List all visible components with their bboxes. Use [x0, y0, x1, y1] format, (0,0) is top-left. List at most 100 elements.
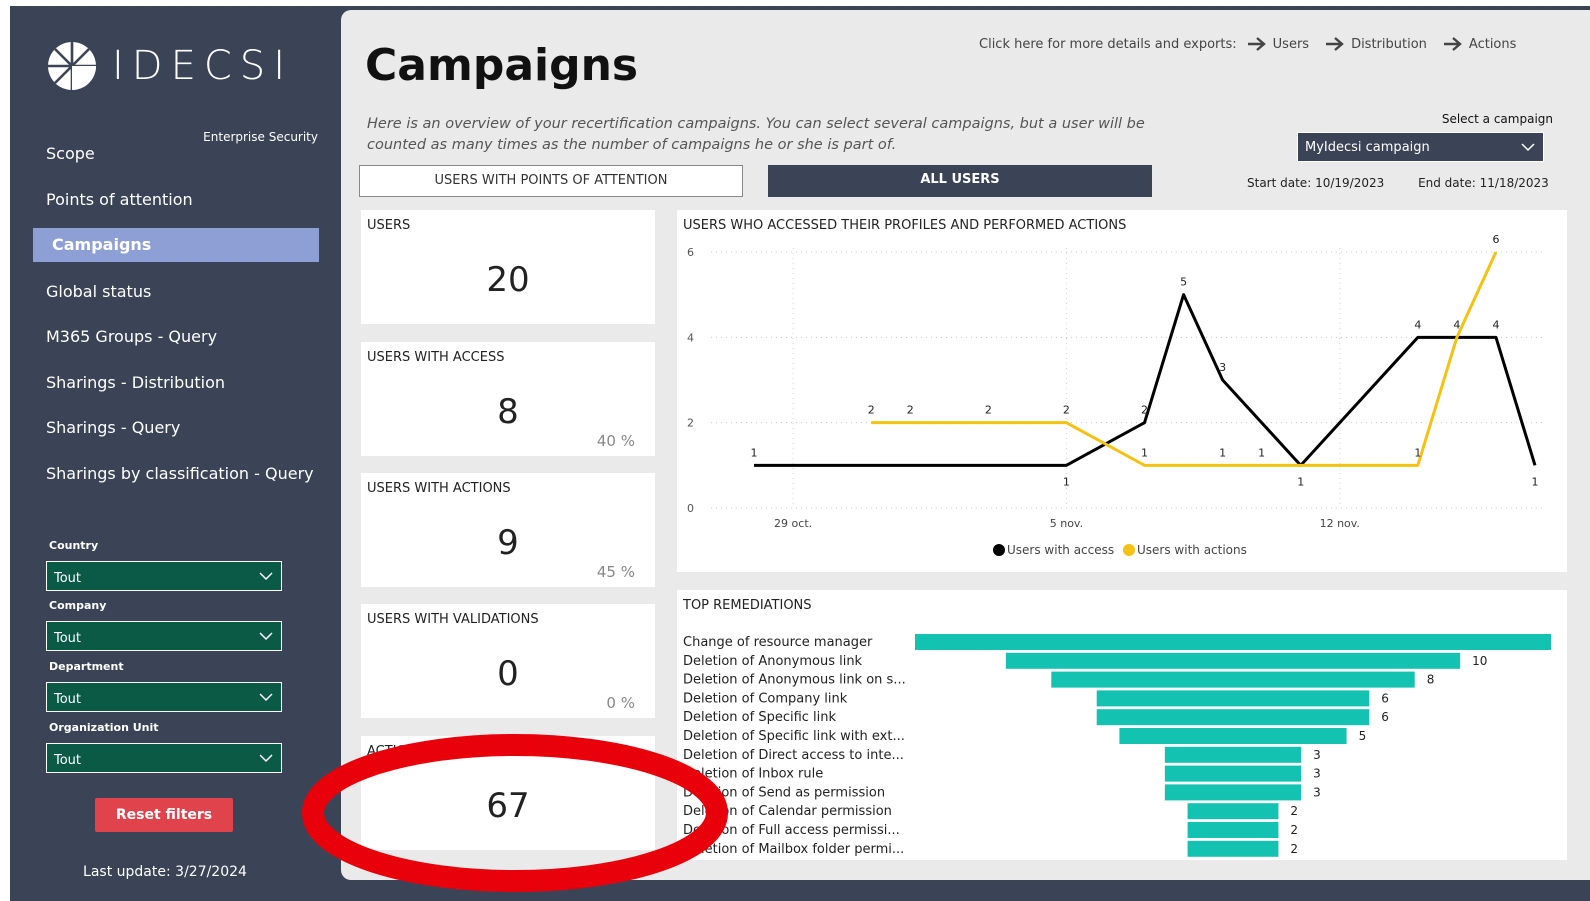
kpi-value: 8: [497, 392, 519, 432]
y-tick-label: 0: [687, 502, 694, 515]
sidebar-item-scope[interactable]: Scope: [33, 137, 319, 171]
remediation-label: Deletion of Send as permission: [683, 785, 885, 800]
remediation-value-label: 2: [1290, 823, 1298, 837]
remediation-value-label: 3: [1313, 785, 1321, 799]
remediation-value-label: 3: [1313, 767, 1321, 781]
remediation-label: Deletion of Calendar permission: [683, 804, 892, 819]
remediation-bar: [1051, 671, 1415, 688]
sidebar-item-points-of-attention[interactable]: Points of attention: [33, 183, 319, 217]
arrow-right-icon: [1443, 37, 1462, 51]
remediation-bar: [1187, 822, 1279, 838]
tab-all-users[interactable]: ALL USERS: [768, 165, 1152, 197]
reset-filters-button[interactable]: Reset filters: [95, 798, 233, 832]
remediation-bar: [1164, 784, 1302, 801]
data-label: 4: [1453, 318, 1460, 331]
arrow-right-icon: [1247, 37, 1266, 51]
remediation-bar: [1187, 803, 1279, 820]
kpi-percentage: 45 %: [596, 563, 635, 581]
kpi-value: 9: [497, 523, 519, 563]
link-actions[interactable]: Actions: [1469, 37, 1517, 52]
details-prompt: Click here for more details and exports:: [979, 36, 1237, 52]
brand-logo: IDECSI Enterprise Security: [46, 40, 318, 144]
filter-label-company: Company: [49, 599, 107, 612]
data-label: 4: [1414, 318, 1421, 331]
remediation-label: Deletion of Specific link: [683, 710, 837, 725]
chevron-down-icon: [259, 693, 273, 702]
chevron-down-icon: [259, 632, 273, 641]
data-label: 4: [1492, 318, 1499, 331]
remediation-value-label: 6: [1381, 710, 1389, 724]
link-distribution[interactable]: Distribution: [1351, 37, 1427, 52]
data-label: 2: [1141, 404, 1148, 417]
last-update-value: 3/27/2024: [175, 864, 247, 880]
page-title: Campaigns: [365, 40, 639, 91]
data-label: 2: [985, 404, 992, 417]
remediation-label: Deletion of Anonymous link on s...: [683, 673, 906, 688]
remediation-label: Change of resource manager: [683, 635, 873, 650]
filter-select-organization-unit[interactable]: Tout: [46, 743, 282, 773]
sidebar-item-m365-groups-query[interactable]: M365 Groups - Query: [33, 320, 319, 354]
end-date-label: End date:: [1418, 176, 1476, 190]
filter-select-department[interactable]: Tout: [46, 682, 282, 712]
tab-users-with-points-of-attention[interactable]: USERS WITH POINTS OF ATTENTION: [359, 165, 743, 197]
campaign-dates: Start date: 10/19/2023 End date: 11/18/2…: [1247, 176, 1549, 190]
kpi-label: USERS: [367, 218, 411, 233]
sidebar-item-campaigns[interactable]: Campaigns: [33, 228, 319, 262]
kpi-label: USERS WITH VALIDATIONS: [367, 612, 539, 627]
data-label: 6: [1492, 233, 1499, 246]
remediation-label: Deletion of Direct access to inte...: [683, 748, 904, 763]
kpi-value: 0: [497, 654, 519, 694]
sidebar-item-sharings-distribution[interactable]: Sharings - Distribution: [33, 366, 319, 400]
filter-select-country[interactable]: Tout: [46, 561, 282, 591]
kpi-card-users: USERS 20: [361, 210, 655, 324]
end-date-value: 11/18/2023: [1479, 176, 1549, 190]
data-label: 1: [1063, 475, 1070, 488]
kpi-card-actions-performed: ACTIONS PERFORMED 67: [361, 736, 655, 850]
remediation-bar: [1164, 765, 1302, 782]
last-update-label: Last update:: [83, 864, 171, 880]
data-label: 1: [1297, 475, 1304, 488]
filter-label-organization-unit: Organization Unit: [49, 721, 159, 734]
chevron-down-icon: [1521, 143, 1535, 152]
remediation-label: Deletion of Anonymous link: [683, 654, 863, 669]
chevron-down-icon: [259, 754, 273, 763]
remediation-value-label: 2: [1290, 804, 1298, 818]
kpi-percentage: 40 %: [596, 432, 635, 450]
filter-value-department: Tout: [54, 692, 82, 707]
data-label: 2: [868, 404, 875, 417]
main-panel: Campaigns Click here for more details an…: [341, 10, 1590, 880]
campaign-select[interactable]: MyIdecsi campaign: [1297, 132, 1544, 162]
link-users[interactable]: Users: [1273, 37, 1309, 52]
app-frame: IDECSI Enterprise Security Scope Points …: [10, 6, 1590, 901]
idecsi-logo-icon: [48, 42, 96, 90]
sidebar: IDECSI Enterprise Security Scope Points …: [10, 6, 340, 901]
legend-label: Users with access: [1007, 543, 1114, 557]
remediation-bar: [1119, 728, 1347, 744]
brand-name: IDECSI: [112, 43, 293, 89]
remediations-chart: Change of resource manager Deletion of An…: [683, 634, 1551, 857]
sidebar-item-sharings-query[interactable]: Sharings - Query: [33, 411, 319, 445]
data-label: 3: [1219, 361, 1226, 374]
remediation-label: Deletion of Full access permissi...: [683, 823, 900, 838]
filter-value-country: Tout: [54, 571, 82, 586]
remediation-value-label: 6: [1381, 691, 1389, 705]
chevron-down-icon: [259, 572, 273, 581]
remediation-bar: [1096, 690, 1370, 707]
kpi-value: 67: [486, 786, 530, 826]
kpi-card-users-with-validations: USERS WITH VALIDATIONS 0 0 %: [361, 604, 655, 718]
remediation-value-label: 8: [1427, 673, 1435, 687]
line-chart-title: USERS WHO ACCESSED THEIR PROFILES AND PE…: [683, 218, 1127, 233]
filter-value-company: Tout: [54, 631, 82, 646]
sidebar-item-sharings-by-classification[interactable]: Sharings by classification - Query: [33, 457, 319, 491]
x-tick-label: 12 nov.: [1320, 517, 1360, 530]
remediations-panel: Change of resource manager Deletion of An…: [677, 590, 1567, 860]
last-update: Last update: 3/27/2024: [10, 864, 320, 880]
remediation-bar: [1187, 840, 1279, 857]
filter-label-country: Country: [49, 539, 99, 552]
remediation-value-label: 2: [1290, 842, 1298, 856]
sidebar-item-global-status[interactable]: Global status: [33, 275, 319, 309]
filter-select-company[interactable]: Tout: [46, 621, 282, 651]
y-tick-label: 4: [687, 331, 694, 344]
data-label: 1: [1532, 475, 1539, 488]
remediation-bar: [1096, 709, 1370, 726]
